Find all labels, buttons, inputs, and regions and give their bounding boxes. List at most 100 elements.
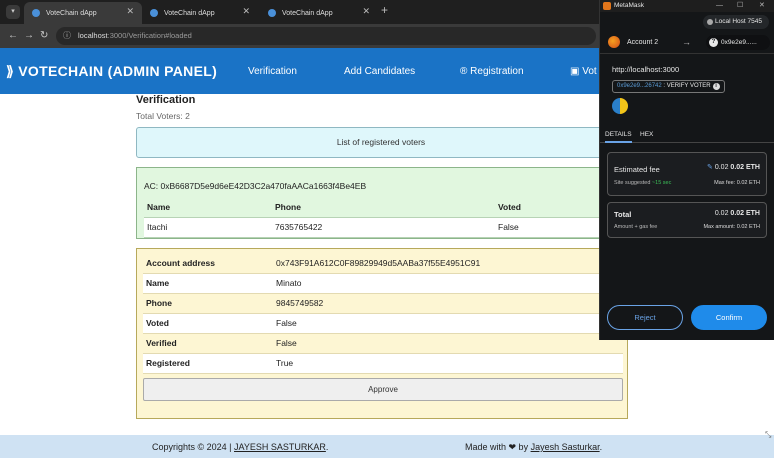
tab-title: VoteChain dApp — [46, 9, 97, 17]
close-tab-icon[interactable]: ✕ — [362, 6, 370, 17]
browser-tab-3[interactable]: VoteChain dApp ✕ — [260, 2, 378, 24]
detail-row: Verified False — [143, 333, 623, 354]
nav-voting-label: Vot — [582, 66, 597, 77]
total-eth: 0.02 ETH — [730, 210, 760, 217]
back-icon[interactable]: ← — [8, 30, 18, 41]
max-fee: Max fee: 0.02 ETH — [714, 180, 760, 186]
nav-add-candidates[interactable]: Add Candidates — [344, 66, 415, 77]
detail-value: True — [273, 353, 623, 374]
estimated-fee-amount: 0.02 — [714, 164, 729, 171]
minimize-icon[interactable]: — — [716, 0, 723, 12]
confirm-button[interactable]: Confirm — [691, 305, 767, 330]
estimated-fee-label: Estimated fee — [614, 165, 660, 174]
footer-author-link-2[interactable]: Jayesh Sasturkar — [531, 442, 600, 452]
detail-key: Verified — [143, 333, 273, 354]
nav-registration[interactable]: ® Registration — [460, 66, 524, 77]
max-amount: Max amount: 0.02 ETH — [703, 224, 760, 230]
info-icon: i — [712, 83, 720, 90]
footer-author-link[interactable]: JAYESH SASTURKAR — [234, 442, 326, 452]
tab-list-menu-button[interactable]: ▾ — [6, 5, 20, 19]
column-header: Name — [144, 197, 272, 218]
detail-key: Voted — [143, 313, 273, 334]
brand[interactable]: ⟫ VOTECHAIN (ADMIN PANEL) — [6, 63, 217, 80]
cell-name: Itachi — [144, 217, 272, 238]
reject-button[interactable]: Reject — [607, 305, 683, 330]
estimated-fee-value: ✎ 0.02 0.02 ETH — [707, 163, 760, 171]
edit-fee-icon[interactable]: ✎ — [707, 164, 715, 171]
browser-tab-2[interactable]: VoteChain dApp ✕ — [142, 2, 258, 24]
detail-table: Account address 0x743F91A612C0F89829949d… — [143, 253, 623, 374]
reload-icon[interactable]: ↻ — [40, 30, 48, 41]
forward-icon[interactable]: → — [24, 30, 34, 41]
site-suggested: Site suggested ~15 sec — [614, 180, 671, 186]
arrow-right-icon: → — [682, 37, 691, 47]
cell-phone: 7635765422 — [272, 217, 495, 238]
recipient-address[interactable]: ? 0x9e2e9...... — [706, 35, 770, 50]
detail-value: 0x743F91A612C0F89829949d5AABa37f55E4951C… — [273, 253, 623, 274]
favicon-icon — [150, 9, 158, 17]
site-time: ~15 sec — [650, 180, 672, 186]
total-value: 0.02 0.02 ETH — [715, 210, 760, 217]
metamask-fox-icon — [603, 2, 611, 10]
close-tab-icon[interactable]: ✕ — [242, 6, 250, 17]
new-tab-icon[interactable]: + — [381, 3, 388, 17]
url-path: :3000/Verification#loaded — [107, 31, 192, 40]
registration-icon: ® — [460, 66, 471, 77]
total-amount: 0.02 — [714, 210, 729, 217]
detail-row: Name Minato — [143, 273, 623, 294]
detail-row: Voted False — [143, 313, 623, 334]
footer-made-with: Made with ❤ by Jayesh Sasturkar. — [465, 442, 602, 453]
site-info-icon[interactable]: ⓘ — [63, 27, 71, 45]
footer-copyright-text: Copyrights © 2024 | — [152, 442, 235, 452]
vote-box-icon: ▣ — [570, 66, 583, 77]
metamask-window-title: MetaMask — [614, 2, 644, 9]
close-tab-icon[interactable]: ✕ — [126, 6, 134, 17]
footer-period: . — [325, 442, 329, 452]
page-title: Verification — [136, 94, 196, 106]
tab-details[interactable]: DETAILS — [605, 131, 632, 143]
close-window-icon[interactable]: ✕ — [759, 0, 765, 12]
detail-value: False — [273, 313, 623, 334]
method-name: : VERIFY VOTER — [661, 83, 711, 89]
total-voters: Total Voters: 2 — [136, 111, 190, 121]
footer-copyright: Copyrights © 2024 | JAYESH SASTURKAR. — [152, 442, 328, 452]
amount-gas-label: Amount + gas fee — [614, 224, 658, 230]
detail-row: Account address 0x743F91A612C0F89829949d… — [143, 253, 623, 274]
site-logo-icon — [612, 98, 628, 114]
metamask-popup: MetaMask — ☐ ✕ Local Host 7545 Account 2… — [599, 0, 774, 340]
ballot-icon: ⟫ — [6, 63, 19, 79]
browser-tab-1[interactable]: VoteChain dApp ✕ — [24, 2, 142, 24]
metamask-tabs: DETAILS HEX — [600, 127, 774, 143]
table-header-row: Name Phone Voted — [144, 197, 620, 218]
metamask-titlebar: MetaMask — ☐ ✕ — [600, 0, 774, 12]
table-row: Itachi 7635765422 False — [144, 217, 620, 238]
footer-made-with-text: Made with ❤ by — [465, 442, 531, 452]
url-host: localhost — [78, 31, 108, 40]
maximize-icon[interactable]: ☐ — [737, 0, 743, 12]
detail-key: Account address — [143, 253, 273, 274]
footer: Copyrights © 2024 | JAYESH SASTURKAR. Ma… — [0, 435, 774, 458]
voter-account: AC: 0xB6687D5e9d6eE42D3C2a470faAACa1663f… — [144, 181, 367, 191]
detail-key: Phone — [143, 293, 273, 314]
voter-card: AC: 0xB6687D5e9d6eE42D3C2a470faAACa1663f… — [136, 167, 626, 239]
column-header: Phone — [272, 197, 495, 218]
estimated-fee-box: Estimated fee ✎ 0.02 0.02 ETH Site sugge… — [607, 152, 767, 196]
footer-period: . — [599, 442, 603, 452]
brand-label: VOTECHAIN (ADMIN PANEL) — [18, 63, 218, 79]
contract-method-badge[interactable]: 0x9e2e9...26742 : VERIFY VOTER i — [612, 80, 725, 93]
nav-verification[interactable]: Verification — [248, 66, 297, 77]
detail-row: Registered True — [143, 353, 623, 374]
account-avatar — [608, 36, 620, 48]
network-selector[interactable]: Local Host 7545 — [703, 15, 769, 29]
account-name[interactable]: Account 2 — [627, 39, 658, 46]
resize-handle-icon[interactable]: ⤡ — [765, 430, 771, 440]
account-row: Account 2 → ? 0x9e2e9...... — [600, 32, 774, 54]
tab-hex[interactable]: HEX — [640, 131, 653, 138]
nav-voting[interactable]: ▣ Vot — [570, 66, 597, 77]
origin-url: http://localhost:3000 — [612, 65, 680, 74]
approve-button[interactable]: Approve — [143, 378, 623, 401]
recipient-address-label: 0x9e2e9...... — [721, 39, 757, 46]
tab-title: VoteChain dApp — [282, 9, 333, 17]
url-field[interactable]: ⓘ localhost:3000/Verification#loaded — [56, 27, 596, 45]
nav-registration-label: Registration — [470, 66, 524, 77]
